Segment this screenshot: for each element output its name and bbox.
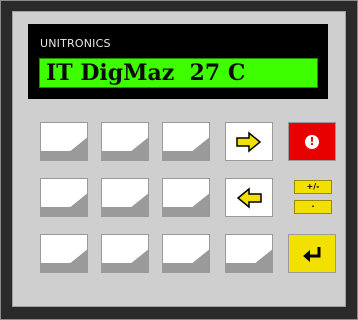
lcd-text: IT DigMaz 27 C [46,60,246,86]
left-arrow-key[interactable] [225,178,273,217]
brand-label: UNITRONICS [40,37,111,50]
plus-minus-key[interactable]: +/- [294,180,332,194]
alarm-key[interactable]: ! [288,122,336,161]
lcd-screen: IT DigMaz 27 C [39,58,318,88]
blank-key-3[interactable] [162,122,210,161]
enter-icon [303,246,321,262]
blank-key-1[interactable] [40,122,88,161]
blank-key-9[interactable] [162,234,210,273]
blank-key-2[interactable] [101,122,149,161]
right-arrow-icon [236,130,262,153]
display-housing: UNITRONICS IT DigMaz 27 C [28,24,328,99]
right-arrow-key[interactable] [225,122,273,161]
left-arrow-icon [236,186,262,209]
blank-key-4[interactable] [40,178,88,217]
blank-key-6[interactable] [162,178,210,217]
enter-key[interactable] [288,234,336,273]
exclamation-icon: ! [305,134,319,149]
blank-key-5[interactable] [101,178,149,217]
dot-key[interactable]: · [294,200,332,214]
blank-key-8[interactable] [101,234,149,273]
blank-key-7[interactable] [40,234,88,273]
blank-key-10[interactable] [225,234,273,273]
